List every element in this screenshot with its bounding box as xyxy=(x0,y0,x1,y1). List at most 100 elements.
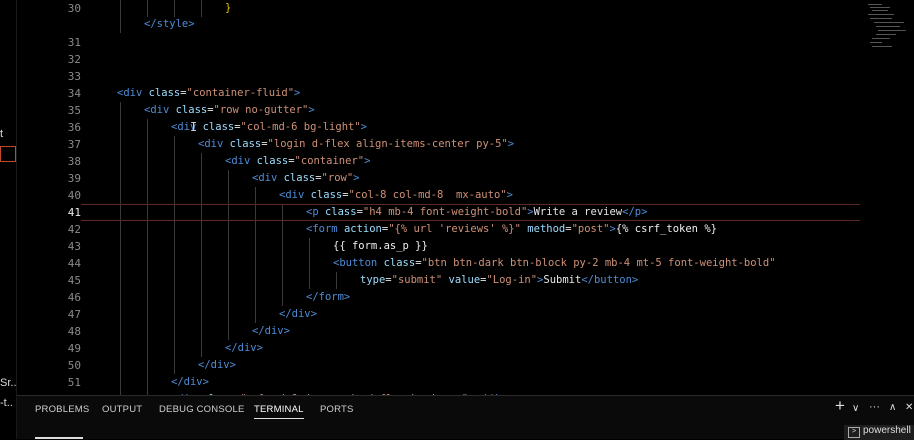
indent-guide xyxy=(120,136,121,153)
tab-terminal[interactable]: TERMINAL xyxy=(254,404,304,419)
code-token: <div xyxy=(252,172,284,184)
indent-guide xyxy=(228,205,229,222)
code-token: } xyxy=(225,2,232,14)
indent-guide xyxy=(255,255,256,272)
sidebar-fragment[interactable]: Sr.. xyxy=(0,377,16,389)
code-line[interactable]: </div> xyxy=(81,306,860,323)
indent-guide xyxy=(255,221,256,238)
line-number: 34 xyxy=(67,87,81,100)
indent-guide xyxy=(147,205,148,222)
code-line[interactable]: </form> xyxy=(81,289,860,306)
code-token: </div> xyxy=(279,308,317,320)
indent-guide xyxy=(147,221,148,238)
code-line[interactable] xyxy=(81,68,860,85)
code-token: "container" xyxy=(294,155,365,167)
code-line[interactable]: <div class="col-8 col-md-8 mx-auto"> xyxy=(81,187,860,204)
indent-guide xyxy=(174,289,175,306)
more-actions-icon[interactable]: ··· xyxy=(869,401,880,413)
code-line[interactable]: {{ form.as_p }} xyxy=(81,238,860,255)
chevron-down-icon[interactable]: ∨ xyxy=(852,403,859,414)
code-token: > xyxy=(507,138,515,150)
line-number: 50 xyxy=(67,359,81,372)
code-token: "row" xyxy=(321,172,354,184)
close-icon[interactable]: ✕ xyxy=(905,402,913,413)
code-token: "container-fluid" xyxy=(186,87,295,99)
indent-guide xyxy=(174,272,175,289)
line-number: 33 xyxy=(67,70,81,83)
indent-guide xyxy=(120,306,121,323)
code-line[interactable]: <form action="{% url 'reviews' %}" metho… xyxy=(81,221,860,238)
code-line[interactable]: <div class="row no-gutter"> xyxy=(81,102,860,119)
code-line[interactable]: </div> xyxy=(81,374,860,391)
tab-debug-console[interactable]: DEBUG CONSOLE xyxy=(159,404,244,415)
line-number: 51 xyxy=(67,376,81,389)
code-line[interactable]: <div class="col-md-6 bg-light"> xyxy=(81,119,860,136)
code-line[interactable] xyxy=(81,34,860,51)
code-token: "btn btn-dark btn-block py-2 mb-4 mt-5 f… xyxy=(421,257,776,269)
code-token: > xyxy=(360,121,367,133)
tab-output[interactable]: OUTPUT xyxy=(102,404,142,415)
indent-guide xyxy=(120,0,121,17)
indent-guide xyxy=(201,187,202,204)
code-token: "h4 mb-4 font-weight-bold" xyxy=(362,206,528,218)
indent-guide xyxy=(147,119,148,136)
code-token: "post" xyxy=(571,223,610,235)
indent-guide xyxy=(255,272,256,289)
code-token: </div> xyxy=(198,359,236,371)
indent-guide xyxy=(228,255,229,272)
indent-guide xyxy=(201,205,202,222)
code-line[interactable]: <div class="login d-flex align-items-cen… xyxy=(81,136,860,153)
code-token: <div xyxy=(171,121,203,133)
terminal-instance-powershell[interactable]: > powershell xyxy=(844,425,914,440)
indent-guide xyxy=(201,289,202,306)
indent-guide xyxy=(174,153,175,170)
indent-guide xyxy=(228,289,229,306)
tab-ports[interactable]: PORTS xyxy=(320,404,354,415)
code-editor[interactable]: </style>} <div class="container-fluid"> <d… xyxy=(81,0,860,395)
code-token: </form> xyxy=(306,291,351,303)
indent-guide xyxy=(201,272,202,289)
code-line[interactable]: </style> xyxy=(81,16,860,33)
indent-guide xyxy=(147,170,148,187)
code-token: Submit xyxy=(543,274,582,286)
code-line[interactable]: type="submit" value="Log-in">Submit</but… xyxy=(81,272,860,289)
indent-guide xyxy=(255,289,256,306)
sidebar-fragment[interactable]: t xyxy=(0,128,3,140)
code-line[interactable]: </div> xyxy=(81,357,860,374)
indent-guide xyxy=(309,255,310,272)
code-token: class xyxy=(256,155,289,167)
line-number: 35 xyxy=(67,104,81,117)
indent-guide xyxy=(120,272,121,289)
code-token: <div xyxy=(279,189,311,201)
indent-guide xyxy=(201,170,202,187)
code-line[interactable]: <button class="btn btn-dark btn-block py… xyxy=(81,255,860,272)
maximize-panel-icon[interactable]: ∧ xyxy=(889,402,896,413)
code-line[interactable]: <div class="container-fluid"> xyxy=(81,85,860,102)
indent-guide xyxy=(147,357,148,374)
code-line[interactable]: </div> xyxy=(81,340,860,357)
indent-guide xyxy=(282,205,283,222)
minimap[interactable] xyxy=(860,0,914,395)
code-line[interactable]: <p class="h4 mb-4 font-weight-bold">Writ… xyxy=(81,204,860,222)
code-token: "row no-gutter" xyxy=(213,104,309,116)
code-line[interactable]: } xyxy=(81,0,860,17)
line-number: 36 xyxy=(67,121,81,134)
code-token: <button xyxy=(333,257,384,269)
code-line[interactable]: <div class="container"> xyxy=(81,153,860,170)
sidebar-fragment[interactable]: -t.. xyxy=(0,397,13,409)
code-line[interactable]: </div> xyxy=(81,323,860,340)
code-token: action xyxy=(343,223,382,235)
indent-guide xyxy=(174,205,175,222)
new-terminal-icon[interactable]: + xyxy=(835,396,845,416)
code-line[interactable] xyxy=(81,51,860,68)
indent-guide xyxy=(309,272,310,289)
indent-guide xyxy=(201,221,202,238)
line-number: 48 xyxy=(67,325,81,338)
code-line[interactable]: <div class="row"> xyxy=(81,170,860,187)
code-token: method xyxy=(527,223,566,235)
indent-guide xyxy=(147,187,148,204)
tab-problems[interactable]: PROBLEMS xyxy=(35,404,89,415)
code-token: class xyxy=(175,104,208,116)
code-token: class xyxy=(383,257,416,269)
sidebar-selection xyxy=(0,146,16,162)
